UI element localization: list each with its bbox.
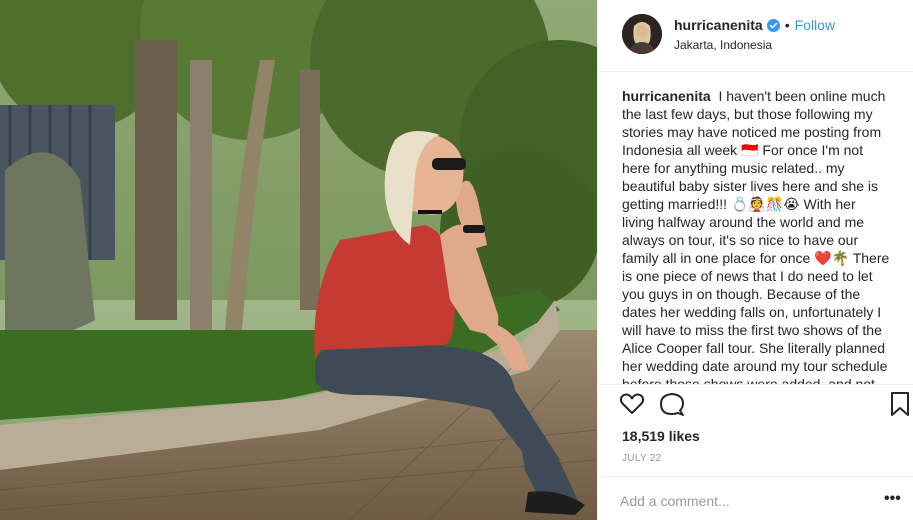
username-link[interactable]: hurricanenita (674, 17, 763, 33)
photo-illustration (0, 0, 597, 520)
likes-count[interactable]: 18,519 likes (622, 428, 700, 444)
post-date[interactable]: JULY 22 (622, 453, 662, 464)
caption-text: I haven't been online much the last few … (622, 88, 890, 384)
comment-input[interactable] (620, 490, 860, 512)
action-bar (618, 390, 909, 420)
bookmark-icon[interactable] (886, 390, 913, 418)
verified-badge-icon (766, 18, 780, 32)
comment-bubble-icon[interactable] (658, 390, 686, 418)
post-photo[interactable] (0, 0, 597, 520)
caption-body: I haven't been online much the last few … (622, 88, 890, 384)
post-side-panel: hurricanenita • Follow Jakarta, Indonesi… (597, 0, 913, 520)
avatar-image (622, 14, 662, 54)
divider (598, 384, 913, 385)
avatar[interactable] (622, 14, 662, 54)
divider (598, 476, 913, 477)
post-header: hurricanenita • Follow Jakarta, Indonesi… (598, 0, 913, 72)
caption-scroll-area[interactable]: hurricanenita I haven't been online much… (622, 87, 890, 384)
location-link[interactable]: Jakarta, Indonesia (674, 38, 772, 52)
follow-button[interactable]: Follow (795, 17, 835, 33)
heart-icon[interactable] (618, 390, 646, 418)
caption-username[interactable]: hurricanenita (622, 88, 711, 104)
username-row: hurricanenita • Follow (674, 17, 835, 33)
more-options-icon[interactable]: ••• (884, 490, 906, 510)
separator-dot: • (784, 17, 790, 33)
